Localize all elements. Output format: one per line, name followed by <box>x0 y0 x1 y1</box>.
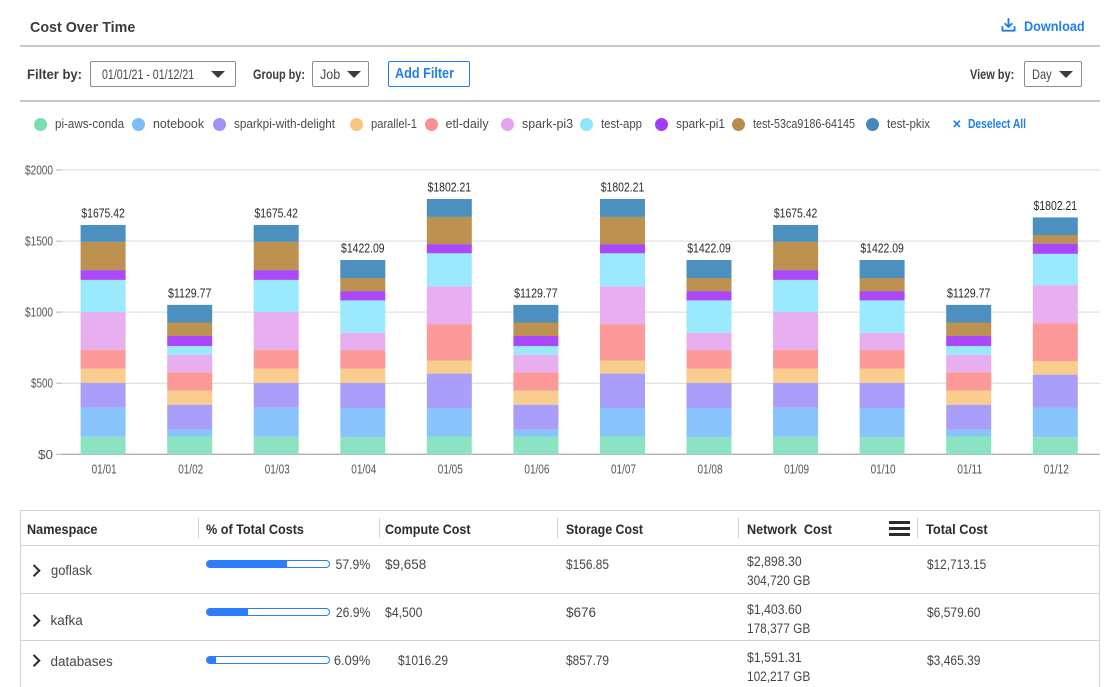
svg-text:01/09: 01/09 <box>784 462 809 476</box>
svg-text:$1129.77: $1129.77 <box>514 285 558 300</box>
svg-text:01/07: 01/07 <box>611 462 636 476</box>
svg-text:$1422.09: $1422.09 <box>687 241 731 256</box>
svg-text:01/06: 01/06 <box>524 462 549 476</box>
svg-text:$1675.42: $1675.42 <box>81 206 125 221</box>
svg-text:$1802.21: $1802.21 <box>428 180 472 195</box>
svg-text:$1129.77: $1129.77 <box>947 285 991 300</box>
svg-text:01/02: 01/02 <box>178 462 203 476</box>
svg-text:01/12: 01/12 <box>1044 462 1069 476</box>
svg-text:$1675.42: $1675.42 <box>254 206 298 221</box>
svg-text:01/10: 01/10 <box>871 462 896 476</box>
svg-text:01/11: 01/11 <box>957 462 982 476</box>
svg-text:$1802.21: $1802.21 <box>601 180 645 195</box>
svg-text:$1500: $1500 <box>25 235 53 249</box>
svg-text:01/04: 01/04 <box>351 462 376 476</box>
svg-text:$1422.09: $1422.09 <box>341 241 385 256</box>
svg-text:$500: $500 <box>31 377 53 391</box>
svg-text:$1422.09: $1422.09 <box>860 241 904 256</box>
svg-text:$1000: $1000 <box>25 306 53 320</box>
svg-text:01/05: 01/05 <box>438 462 463 476</box>
svg-text:$0: $0 <box>38 448 53 462</box>
svg-text:$1675.42: $1675.42 <box>774 206 818 221</box>
svg-text:$1129.77: $1129.77 <box>168 285 212 300</box>
svg-text:$2000: $2000 <box>25 164 53 178</box>
svg-text:$1802.21: $1802.21 <box>1034 198 1078 213</box>
svg-text:01/03: 01/03 <box>265 462 290 476</box>
svg-text:01/01: 01/01 <box>92 462 117 476</box>
svg-text:01/08: 01/08 <box>698 462 723 476</box>
